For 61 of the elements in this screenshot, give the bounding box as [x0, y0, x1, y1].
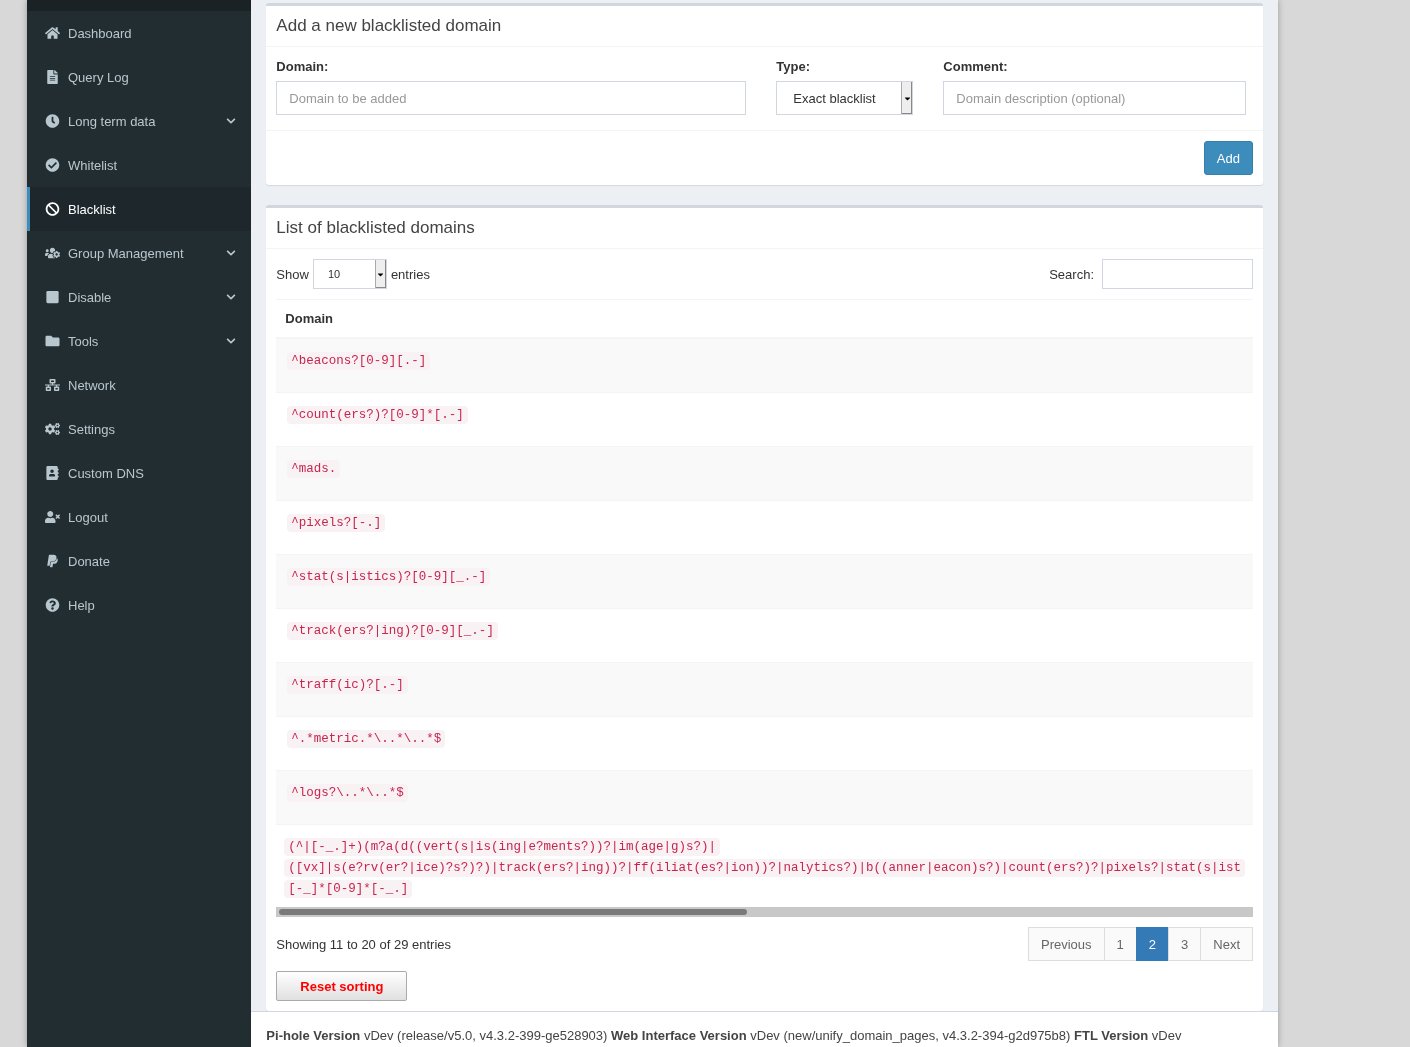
sidebar-item[interactable]: Dashboard: [27, 11, 252, 55]
search-label: Search:: [1049, 266, 1094, 282]
version-info: Pi-hole Version vDev (release/v5.0, v4.3.2-399-ge528903) Web Interface Version vDev (new/unify_domain_pages, v4.3.2-394-g2d975b8) FTL Version vDev: [266, 1028, 1182, 1043]
pagination-link[interactable]: 2: [1135, 927, 1170, 961]
domain-pattern: [-_]*[0-9]*[-_.]: [284, 880, 413, 898]
sidebar-item[interactable]: Group Management: [27, 231, 252, 275]
domain-input[interactable]: Domain to be added: [276, 81, 747, 115]
pagination-link[interactable]: Previous: [1028, 927, 1105, 961]
domain-pattern: ^pixels?[-.]: [287, 514, 386, 532]
sidebar-item[interactable]: Query Log: [27, 55, 252, 99]
field-label: Domain:: [276, 59, 330, 74]
clock-icon: [45, 114, 60, 128]
search-input[interactable]: [1102, 259, 1253, 289]
pagination-link[interactable]: Next: [1200, 927, 1253, 961]
domain-pattern: ^.*metric.*\..*\..*$: [287, 730, 446, 748]
entries-label: entries: [390, 266, 430, 282]
page-size-select[interactable]: 10: [312, 259, 387, 289]
p-logo-icon: [45, 554, 60, 568]
sidebar-item[interactable]: Custom DNS: [27, 451, 252, 495]
folder-icon: [45, 334, 60, 348]
sidebar-item[interactable]: Settings: [27, 407, 252, 451]
sidebar-item[interactable]: Long term data: [27, 99, 252, 143]
domain-pattern: ^logs?\..*\..*$: [287, 784, 408, 802]
type-select[interactable]: Exact blacklist: [776, 81, 914, 115]
domain-pattern: (^|[-_.]+)(m?a(d((vert(s|is(ing|e?ments?))?|im(age|g)s?)|: [284, 838, 720, 856]
document-icon: [45, 70, 60, 84]
comment-input[interactable]: Domain description (optional): [943, 81, 1247, 115]
field-label: Comment:: [943, 59, 1009, 74]
ban-icon: [45, 202, 60, 216]
users-gear-icon: [45, 246, 60, 260]
panel-title: Add a new blacklisted domain: [266, 6, 1263, 47]
scrollbar-thumb[interactable]: [279, 909, 748, 915]
panel-title: List of blacklisted domains: [266, 208, 1263, 249]
sidebar-item[interactable]: Logout: [27, 495, 252, 539]
sidebar-item[interactable]: Blacklist: [27, 187, 252, 231]
domain-pattern: ([vx]|s(e?rv(er?|ice)?s?)?)|track(ers?|ing))?|ff(iliat(es?|ion))?|nalytics?)|b((anner|eacon)s?)|count(ers?)?|pixels?|stat(s|ist: [284, 859, 1245, 877]
domain-pattern: ^stat(s|istics)?[0-9][_.-]: [287, 568, 491, 586]
sidebar-item[interactable]: Tools: [27, 319, 252, 363]
sidebar-item[interactable]: Help: [27, 583, 252, 627]
show-label: Show: [276, 266, 309, 282]
horizontal-scrollbar[interactable]: [276, 907, 1253, 917]
help-icon: [45, 598, 60, 612]
address-book-icon: [45, 466, 60, 480]
sidebar-item[interactable]: Disable: [27, 275, 252, 319]
table-info: Showing 11 to 20 of 29 entries: [276, 936, 451, 952]
domain-pattern: ^track(ers?|ing)?[0-9][_.-]: [287, 622, 498, 640]
sidebar-item[interactable]: Donate: [27, 539, 252, 583]
domain-pattern: ^traff(ic)?[.-]: [287, 676, 408, 694]
user-x-icon: [45, 510, 60, 524]
domain-pattern: ^mads.: [287, 460, 341, 478]
domain-pattern: ^beacons?[0-9][.-]: [287, 352, 431, 370]
home-icon: [45, 26, 60, 40]
pagination-link[interactable]: 3: [1168, 927, 1202, 961]
gears-icon: [45, 422, 60, 436]
domain-pattern: ^count(ers?)?[0-9]*[.-]: [287, 406, 468, 424]
add-button[interactable]: Add: [1203, 141, 1253, 175]
field-label: Type:: [776, 59, 812, 74]
sidebar-item[interactable]: Whitelist: [27, 143, 252, 187]
pagination-link[interactable]: 1: [1103, 927, 1137, 961]
network-icon: [45, 378, 60, 392]
sidebar-item[interactable]: Network: [27, 363, 252, 407]
